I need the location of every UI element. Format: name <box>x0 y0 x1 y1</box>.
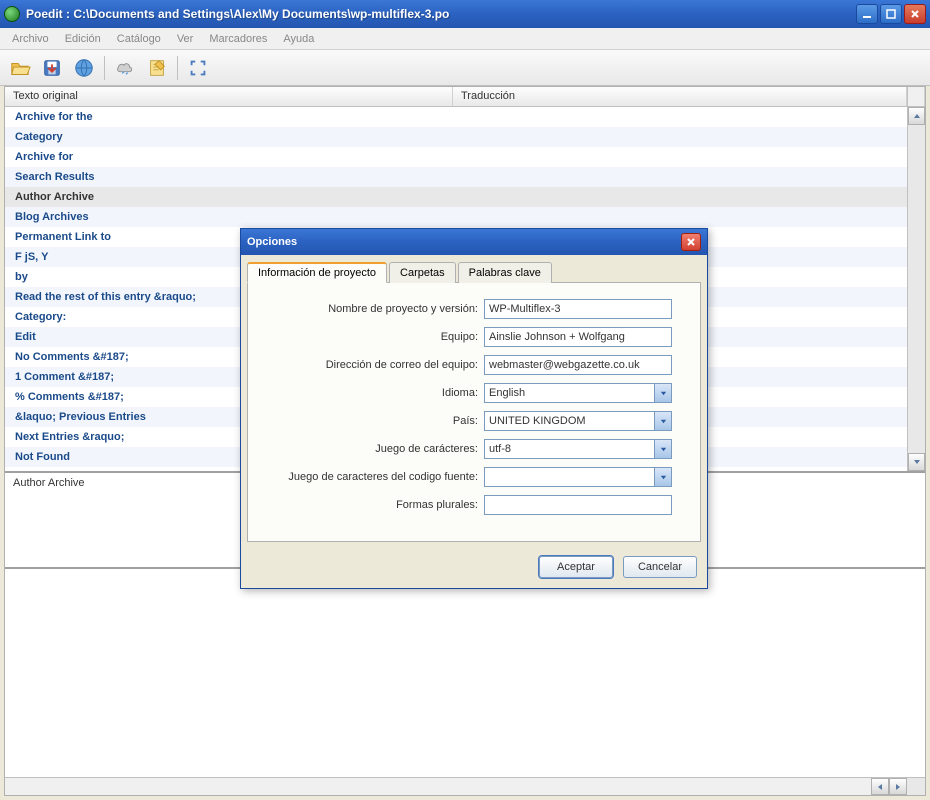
save-icon[interactable] <box>38 54 66 82</box>
accept-button[interactable]: Aceptar <box>539 556 613 578</box>
scroll-down-icon[interactable] <box>908 453 925 471</box>
dialog-tabs: Información de proyecto Carpetas Palabra… <box>247 261 701 283</box>
globe-icon[interactable] <box>70 54 98 82</box>
close-button[interactable] <box>904 4 926 24</box>
cell-original: Author Archive <box>5 191 453 203</box>
label-source-charset: Juego de caracteres del codigo fuente: <box>260 471 484 483</box>
label-project-name: Nombre de proyecto y versión: <box>260 303 484 315</box>
input-project-name[interactable]: WP-Multiflex-3 <box>484 299 672 319</box>
table-row[interactable]: Search Results <box>5 167 907 187</box>
minimize-button[interactable] <box>856 4 878 24</box>
notes-icon[interactable] <box>143 54 171 82</box>
cloud-icon[interactable] <box>111 54 139 82</box>
dialog-titlebar[interactable]: Opciones <box>241 229 707 255</box>
menu-ver[interactable]: Ver <box>169 31 202 47</box>
select-charset[interactable]: utf-8 <box>484 439 672 459</box>
scroll-corner <box>907 778 925 795</box>
table-row[interactable]: Author Archive <box>5 187 907 207</box>
window-title: Poedit : C:\Documents and Settings\Alex\… <box>26 7 856 21</box>
toolbar <box>0 50 930 86</box>
column-header-translation[interactable]: Traducción <box>453 87 907 106</box>
scroll-right-icon[interactable] <box>889 778 907 795</box>
label-team-email: Dirección de correo del equipo: <box>260 359 484 371</box>
input-team[interactable]: Ainslie Johnson + Wolfgang <box>484 327 672 347</box>
table-row[interactable]: Archive for <box>5 147 907 167</box>
cancel-button[interactable]: Cancelar <box>623 556 697 578</box>
menu-marcadores[interactable]: Marcadores <box>201 31 275 47</box>
app-icon <box>4 6 20 22</box>
scroll-left-icon[interactable] <box>871 778 889 795</box>
tab-keywords[interactable]: Palabras clave <box>458 262 552 283</box>
chevron-down-icon[interactable] <box>654 440 671 458</box>
menu-archivo[interactable]: Archivo <box>4 31 57 47</box>
table-row[interactable]: Category <box>5 127 907 147</box>
cell-original: Archive for <box>5 151 453 163</box>
label-language: Idioma: <box>260 387 484 399</box>
tab-panel-project: Nombre de proyecto y versión: WP-Multifl… <box>247 282 701 542</box>
scroll-up-icon[interactable] <box>908 107 925 125</box>
label-plural-forms: Formas plurales: <box>260 499 484 511</box>
options-dialog: Opciones Información de proyecto Carpeta… <box>240 228 708 589</box>
input-plural-forms[interactable] <box>484 495 672 515</box>
input-team-email[interactable]: webmaster@webgazette.co.uk <box>484 355 672 375</box>
select-language[interactable]: English <box>484 383 672 403</box>
select-source-charset[interactable] <box>484 467 672 487</box>
column-header-original[interactable]: Texto original <box>5 87 453 106</box>
cell-original: Blog Archives <box>5 211 453 223</box>
vertical-scrollbar[interactable] <box>907 107 925 471</box>
fullscreen-icon[interactable] <box>184 54 212 82</box>
maximize-button[interactable] <box>880 4 902 24</box>
chevron-down-icon[interactable] <box>654 384 671 402</box>
label-charset: Juego de carácteres: <box>260 443 484 455</box>
main-titlebar: Poedit : C:\Documents and Settings\Alex\… <box>0 0 930 28</box>
chevron-down-icon[interactable] <box>654 412 671 430</box>
table-row[interactable]: Archive for the <box>5 107 907 127</box>
horizontal-scrollbar[interactable] <box>5 777 925 795</box>
chevron-down-icon[interactable] <box>654 468 671 486</box>
grid-header: Texto original Traducción <box>5 87 925 107</box>
label-team: Equipo: <box>260 331 484 343</box>
menu-catalogo[interactable]: Catálogo <box>109 31 169 47</box>
original-text-value: Author Archive <box>13 477 85 489</box>
tab-folders[interactable]: Carpetas <box>389 262 456 283</box>
toolbar-separator <box>104 56 105 80</box>
dialog-close-button[interactable] <box>681 233 701 251</box>
scroll-track[interactable] <box>908 125 925 453</box>
toolbar-separator <box>177 56 178 80</box>
label-country: País: <box>260 415 484 427</box>
menu-ayuda[interactable]: Ayuda <box>275 31 322 47</box>
cell-original: Category <box>5 131 453 143</box>
cell-original: Search Results <box>5 171 453 183</box>
menubar: Archivo Edición Catálogo Ver Marcadores … <box>0 28 930 50</box>
cell-original: Archive for the <box>5 111 453 123</box>
open-icon[interactable] <box>6 54 34 82</box>
menu-edicion[interactable]: Edición <box>57 31 109 47</box>
dialog-title-text: Opciones <box>247 236 681 248</box>
scrollbar-header <box>907 87 925 106</box>
select-country[interactable]: UNITED KINGDOM <box>484 411 672 431</box>
translation-text-pane[interactable] <box>5 567 925 777</box>
table-row[interactable]: Blog Archives <box>5 207 907 227</box>
tab-project-info[interactable]: Información de proyecto <box>247 262 387 283</box>
